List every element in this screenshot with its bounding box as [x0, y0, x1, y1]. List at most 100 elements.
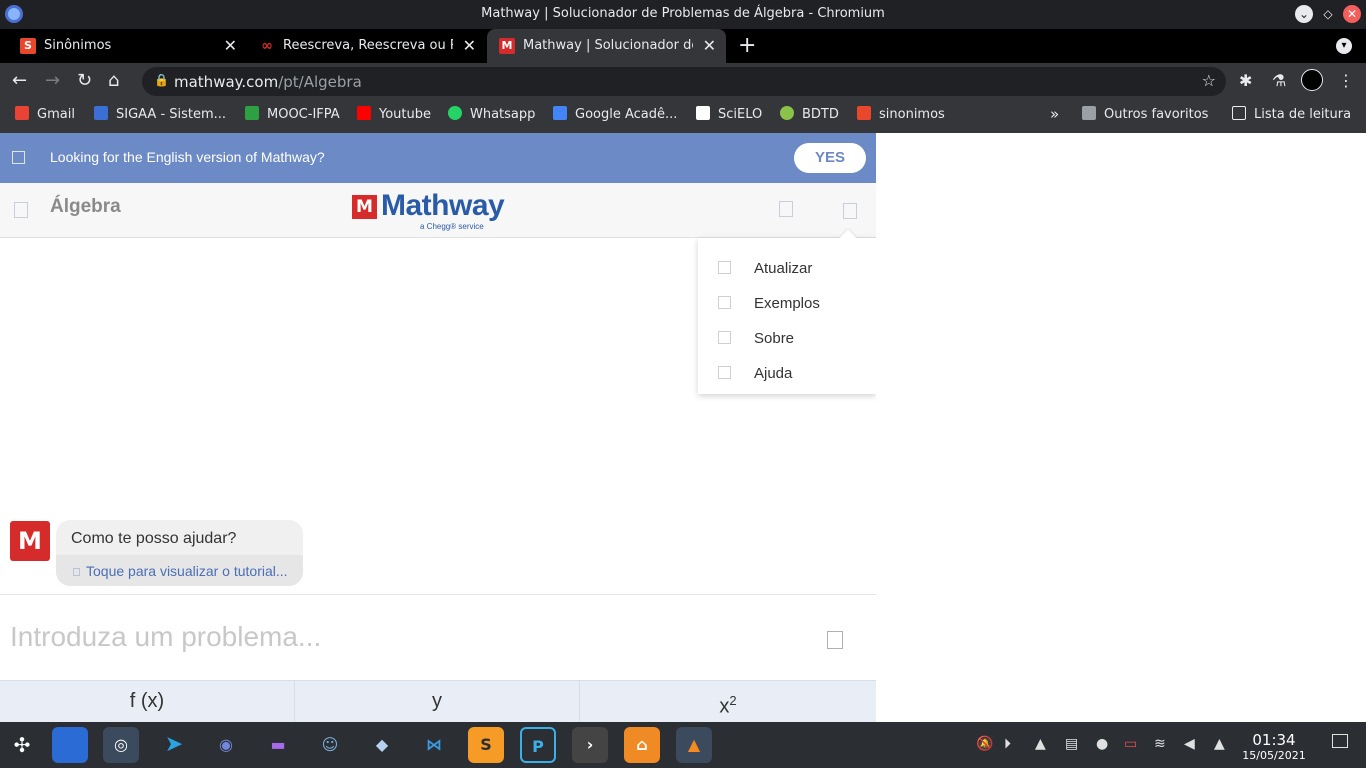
key-y[interactable]: y — [295, 681, 580, 722]
close-icon[interactable]: ✕ — [463, 36, 476, 55]
back-icon[interactable]: ← — [12, 70, 27, 91]
chat-bubble: Como te posso ajudar? Toque para visuali… — [56, 520, 303, 586]
tab-label: Mathway | Solucionador de — [523, 38, 693, 53]
labs-icon[interactable]: ⚗ — [1272, 71, 1286, 90]
game-icon[interactable]: ▬ — [260, 727, 296, 763]
tab-label: Reescreva, Reescreva ou R — [283, 38, 453, 53]
menu-item-exemplos[interactable]: Exemplos — [698, 286, 876, 321]
browser-toolbar: ← → ↻ ⌂ 🔒 mathway.com/pt/Algebra ☆ ✱ ⚗ ⋮ — [0, 63, 1366, 100]
wifi-icon[interactable]: ≋ — [1154, 736, 1166, 752]
bookmark-gmail[interactable]: Gmail — [15, 106, 75, 126]
menu-item-sobre[interactable]: Sobre — [698, 321, 876, 356]
clock[interactable]: 01:34 15/05/2021 — [1238, 731, 1310, 762]
tab-sinonimos[interactable]: S Sinônimos ✕ — [8, 29, 247, 63]
media-icon[interactable]: ⏵ — [1004, 736, 1011, 752]
options-menu: Atualizar Exemplos Sobre Ajuda — [698, 229, 876, 394]
volume-icon[interactable]: ◀ — [1184, 736, 1195, 752]
whatsapp-icon — [448, 106, 462, 120]
tab-mathway[interactable]: M Mathway | Solucionador de ✕ — [487, 29, 726, 63]
files-icon[interactable] — [52, 727, 88, 763]
bookmark-sigaa[interactable]: SIGAA - Sistem... — [94, 106, 226, 126]
forward-icon[interactable]: → — [45, 70, 60, 91]
show-desktop-icon[interactable] — [1332, 734, 1348, 748]
discord-icon[interactable]: ◉ — [208, 727, 244, 763]
reload-icon[interactable]: ↻ — [77, 70, 92, 91]
key-x-squared[interactable]: x2 — [580, 681, 876, 722]
launcher-icon[interactable]: ✣ — [4, 727, 40, 763]
mathway-logo: M Mathway a Chegg® service — [352, 189, 522, 233]
language-banner: Looking for the English version of Mathw… — [0, 133, 876, 183]
sidebar-menu-icon[interactable] — [14, 202, 28, 218]
scholar-icon — [553, 106, 567, 120]
send-icon[interactable] — [827, 631, 843, 649]
cube-icon[interactable]: ◆ — [364, 727, 400, 763]
other-bookmarks[interactable]: Outros favoritos — [1082, 106, 1208, 126]
battery-icon[interactable]: ▭ — [1124, 736, 1137, 752]
godot-icon[interactable]: ☺ — [312, 727, 348, 763]
chat-message: Como te posso ajudar? — [71, 530, 237, 547]
p-icon[interactable]: P — [520, 727, 556, 763]
youtube-icon — [357, 106, 371, 120]
play-icon — [73, 568, 80, 576]
bookmark-scholar[interactable]: Google Acadê... — [553, 106, 677, 126]
tutorial-link[interactable]: Toque para visualizar o tutorial... — [56, 555, 303, 586]
s-icon: S — [20, 38, 36, 54]
refresh-icon — [718, 261, 731, 274]
tray-expand-icon[interactable]: ▲ — [1214, 736, 1225, 752]
star-icon[interactable]: ☆ — [1202, 71, 1216, 90]
app-header: Álgebra M Mathway a Chegg® service — [0, 183, 876, 238]
mathway-avatar: M — [10, 521, 50, 561]
notifications-icon[interactable]: 🔕 — [976, 736, 993, 752]
maximize-button[interactable]: ◇ — [1319, 5, 1337, 23]
subject-title[interactable]: Álgebra — [50, 196, 121, 218]
minimize-button[interactable]: ⌄ — [1295, 5, 1313, 23]
home-icon[interactable]: ⌂ — [108, 70, 119, 91]
sigaa-icon — [94, 106, 108, 120]
more-options-icon[interactable] — [843, 203, 857, 219]
url-text[interactable]: mathway.com/pt/Algebra — [174, 73, 362, 91]
mathway-logo-mark: M — [352, 195, 377, 219]
problem-input[interactable] — [10, 615, 810, 659]
close-icon[interactable]: ✕ — [224, 36, 237, 55]
terminal-icon[interactable]: › — [572, 727, 608, 763]
bulb-icon[interactable]: ● — [1096, 736, 1108, 752]
reading-list[interactable]: Lista de leitura — [1232, 106, 1351, 126]
vscode-icon[interactable]: ⋈ — [416, 727, 452, 763]
extensions-icon[interactable]: ✱ — [1239, 71, 1252, 90]
vlc-icon[interactable]: ▲ — [676, 727, 712, 763]
gmail-icon — [15, 106, 29, 120]
sublime-icon[interactable]: S — [468, 727, 504, 763]
key-fx[interactable]: f (x) — [0, 681, 295, 722]
bookmark-mooc[interactable]: MOOC-IFPA — [245, 106, 340, 126]
reading-list-icon — [1232, 106, 1246, 120]
taskbar: ✣ ◎ ➤ ◉ ▬ ☺ ◆ ⋈ S P › ⌂ ▲ 🔕 ⏵ ▲ ▤ ● ▭ ≋ … — [0, 722, 1366, 768]
uget-icon[interactable]: ⌂ — [624, 727, 660, 763]
vlc-tray-icon[interactable]: ▲ — [1035, 736, 1046, 752]
menu-icon[interactable]: ⋮ — [1338, 71, 1354, 90]
avatar[interactable] — [1301, 69, 1323, 91]
close-icon[interactable]: ✕ — [703, 36, 716, 55]
new-tab-button[interactable]: + — [738, 33, 756, 58]
bookmark-youtube[interactable]: Youtube — [357, 106, 431, 126]
close-window-button[interactable]: ✕ — [1343, 5, 1361, 23]
bookmark-scielo[interactable]: SciELO — [696, 106, 762, 126]
menu-item-atualizar[interactable]: Atualizar — [698, 251, 876, 286]
user-icon[interactable] — [779, 201, 793, 217]
s-icon — [857, 106, 871, 120]
menu-item-ajuda[interactable]: Ajuda — [698, 356, 876, 391]
examples-icon — [718, 296, 731, 309]
blank-side-area — [876, 133, 1366, 722]
more-bookmarks-button[interactable]: » — [1050, 106, 1059, 126]
bookmark-sinonimos[interactable]: sinonimos — [857, 106, 945, 126]
telegram-icon[interactable]: ➤ — [156, 727, 192, 763]
chromium-icon[interactable]: ◎ — [103, 727, 139, 763]
address-bar[interactable]: 🔒 mathway.com/pt/Algebra ☆ — [142, 67, 1226, 96]
mathway-icon: M — [499, 38, 515, 54]
bookmark-bdtd[interactable]: BDTD — [780, 106, 839, 126]
yes-button[interactable]: YES — [794, 143, 866, 173]
clipboard-icon[interactable]: ▤ — [1065, 736, 1078, 752]
problem-input-area — [0, 594, 876, 680]
tab-search-button[interactable]: ▾ — [1336, 38, 1352, 54]
tab-reescreva[interactable]: ∞ Reescreva, Reescreva ou R ✕ — [247, 29, 486, 63]
bookmark-whatsapp[interactable]: Whatsapp — [448, 106, 535, 126]
